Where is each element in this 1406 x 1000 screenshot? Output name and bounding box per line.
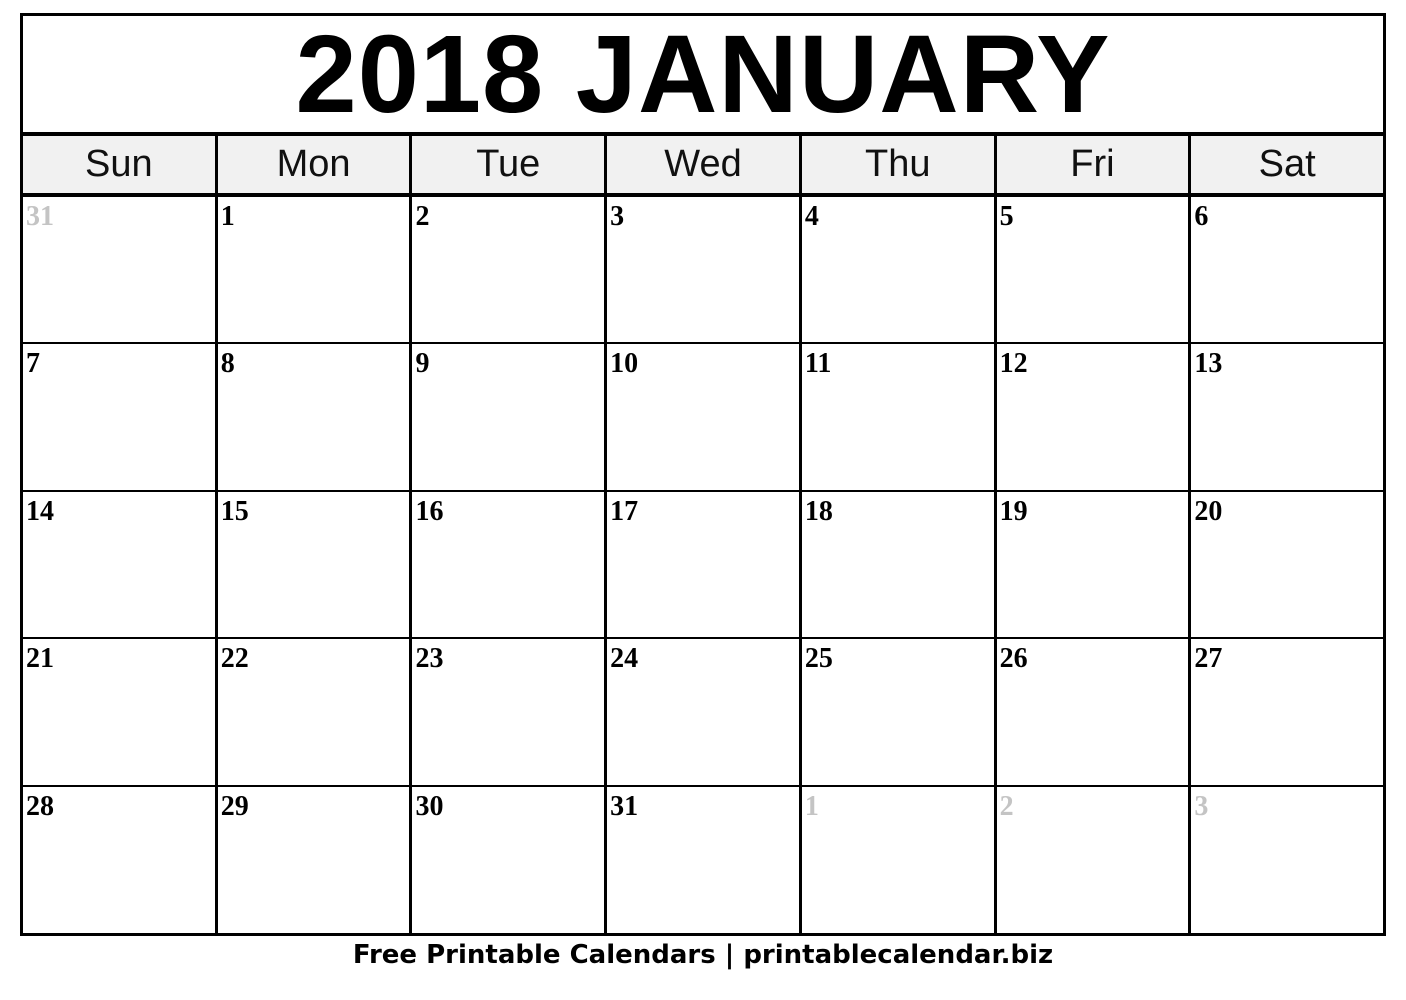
day-cell: 17 bbox=[604, 491, 799, 638]
day-number: 1 bbox=[220, 201, 235, 232]
day-number: 4 bbox=[804, 201, 819, 232]
day-number: 29 bbox=[220, 790, 249, 822]
weekday-sat: Sat bbox=[1188, 136, 1383, 193]
day-cell: 30 bbox=[409, 786, 604, 934]
day-cell: 19 bbox=[993, 491, 1189, 638]
day-number: 16 bbox=[415, 495, 444, 527]
day-number: 9 bbox=[415, 348, 430, 380]
day-number: 15 bbox=[220, 495, 249, 527]
day-cell: 1 bbox=[214, 197, 410, 343]
day-cell: 10 bbox=[604, 344, 799, 490]
day-cell: 21 bbox=[23, 639, 215, 784]
day-number: 5 bbox=[999, 201, 1014, 232]
day-number: 20 bbox=[1194, 495, 1223, 527]
day-number: 25 bbox=[804, 643, 833, 675]
day-cell: 14 bbox=[23, 492, 215, 637]
day-cell: 26 bbox=[993, 639, 1189, 785]
week-row: 7 8 9 10 11 12 13 bbox=[23, 344, 1383, 492]
day-number: 27 bbox=[1194, 643, 1223, 675]
weekday-header-row: Sun Mon Tue Wed Thu Fri Sat bbox=[23, 136, 1383, 197]
day-cell-other-month: 31 bbox=[23, 197, 215, 342]
day-cell: 7 bbox=[23, 344, 215, 489]
day-number: 2 bbox=[999, 790, 1014, 822]
footer-credit: Free Printable Calendars | printablecale… bbox=[352, 940, 1054, 970]
weekday-wed: Wed bbox=[604, 136, 799, 193]
day-number: 18 bbox=[804, 495, 833, 527]
day-cell: 3 bbox=[604, 197, 799, 343]
day-cell: 31 bbox=[604, 786, 799, 934]
calendar-title: 2018 JANUARY bbox=[23, 13, 1383, 136]
day-cell: 20 bbox=[1188, 491, 1383, 638]
day-cell: 24 bbox=[604, 639, 799, 785]
day-cell: 25 bbox=[798, 639, 994, 785]
day-cell: 18 bbox=[798, 491, 994, 638]
day-number: 28 bbox=[26, 790, 54, 822]
day-number: 11 bbox=[804, 348, 832, 380]
day-cell: 16 bbox=[409, 491, 604, 638]
day-cell: 6 bbox=[1188, 197, 1383, 343]
day-cell: 22 bbox=[214, 639, 410, 785]
weekday-fri: Fri bbox=[993, 136, 1189, 193]
day-cell: 28 bbox=[23, 787, 215, 934]
day-cell: 8 bbox=[214, 344, 410, 490]
weekday-mon: Mon bbox=[214, 136, 410, 193]
day-number: 17 bbox=[610, 495, 639, 527]
weekday-tue: Tue bbox=[409, 136, 604, 193]
day-cell: 23 bbox=[409, 639, 604, 785]
day-number: 23 bbox=[415, 643, 444, 675]
calendar-grid: 31 1 2 3 4 5 6 7 8 9 10 11 12 13 14 15 16 17 18 19 20 21 22 23 2… bbox=[23, 197, 1383, 934]
day-number: 24 bbox=[610, 643, 639, 675]
day-cell: 11 bbox=[798, 344, 994, 490]
day-cell-other-month: 3 bbox=[1188, 786, 1383, 934]
week-row: 28 29 30 31 1 2 3 bbox=[23, 786, 1383, 934]
day-number: 31 bbox=[610, 790, 639, 822]
day-number: 1 bbox=[804, 790, 819, 822]
day-cell: 5 bbox=[993, 197, 1189, 343]
day-number: 6 bbox=[1194, 201, 1209, 232]
week-row: 14 15 16 17 18 19 20 bbox=[23, 491, 1383, 640]
weekday-thu: Thu bbox=[798, 136, 994, 193]
day-number: 3 bbox=[1194, 790, 1209, 822]
day-number: 21 bbox=[26, 643, 54, 675]
day-cell: 15 bbox=[214, 491, 410, 638]
day-cell: 2 bbox=[409, 197, 604, 343]
day-cell: 27 bbox=[1188, 639, 1383, 785]
day-number: 31 bbox=[26, 201, 54, 232]
day-cell: 29 bbox=[214, 786, 410, 934]
week-row: 21 22 23 24 25 26 27 bbox=[23, 639, 1383, 787]
calendar: 2018 JANUARY Sun Mon Tue Wed Thu Fri Sat 31 1 2 3… bbox=[20, 13, 1386, 936]
weekday-sun: Sun bbox=[85, 143, 153, 185]
day-number: 14 bbox=[26, 495, 54, 527]
day-cell-other-month: 2 bbox=[993, 786, 1189, 934]
day-cell: 4 bbox=[798, 197, 994, 343]
day-number: 10 bbox=[610, 348, 639, 380]
day-number: 7 bbox=[26, 348, 40, 380]
day-number: 22 bbox=[220, 643, 249, 675]
day-number: 8 bbox=[220, 348, 235, 380]
day-number: 26 bbox=[999, 643, 1028, 675]
day-number: 3 bbox=[610, 201, 625, 232]
day-number: 19 bbox=[999, 495, 1028, 527]
day-cell-other-month: 1 bbox=[798, 786, 994, 934]
day-cell: 12 bbox=[993, 344, 1189, 490]
day-number: 30 bbox=[415, 790, 444, 822]
day-number: 12 bbox=[999, 348, 1028, 380]
day-cell: 9 bbox=[409, 344, 604, 490]
day-number: 13 bbox=[1194, 348, 1223, 380]
day-number: 2 bbox=[415, 201, 430, 232]
day-cell: 13 bbox=[1188, 344, 1383, 490]
week-row: 31 1 2 3 4 5 6 bbox=[23, 197, 1383, 345]
